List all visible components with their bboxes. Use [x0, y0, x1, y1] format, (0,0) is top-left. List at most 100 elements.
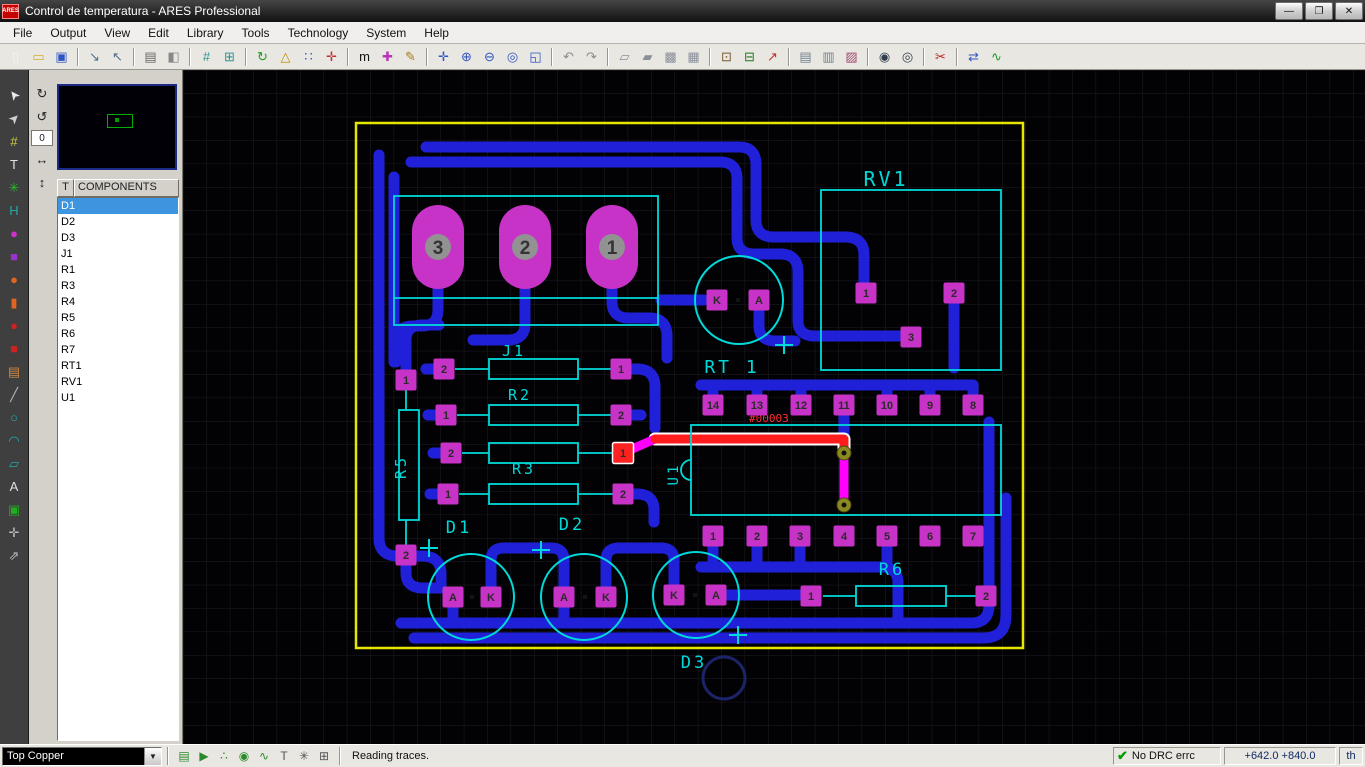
- pad[interactable]: 14: [702, 394, 724, 416]
- pad[interactable]: 3: [789, 525, 811, 547]
- curved-route-icon[interactable]: ∿: [254, 747, 274, 766]
- rotate-ccw-icon[interactable]: ↺: [32, 107, 53, 126]
- path-tool-icon[interactable]: ▱: [2, 452, 26, 475]
- units-icon[interactable]: m: [353, 46, 376, 67]
- pad[interactable]: A: [705, 584, 727, 606]
- component-item-r3[interactable]: R3: [58, 278, 178, 294]
- ratsnest-mode-icon[interactable]: ✳: [2, 176, 26, 199]
- pad[interactable]: K: [595, 586, 617, 608]
- toggle-grid-icon[interactable]: #: [195, 46, 218, 67]
- layer-selector[interactable]: Top Copper ▼: [2, 746, 162, 766]
- auto-check-icon[interactable]: △: [274, 46, 297, 67]
- zoom-out-icon[interactable]: ⊖: [478, 46, 501, 67]
- pad[interactable]: K: [663, 584, 685, 606]
- snap-object-icon[interactable]: ◉: [234, 747, 254, 766]
- angle-box[interactable]: 0: [31, 130, 53, 146]
- menu-file[interactable]: File: [4, 23, 41, 43]
- open-layout-icon[interactable]: ▭: [27, 46, 50, 67]
- pad[interactable]: 1: [611, 441, 635, 465]
- pan-icon[interactable]: ✛: [432, 46, 455, 67]
- pad[interactable]: 1: [610, 358, 632, 380]
- pad[interactable]: 9: [919, 394, 941, 416]
- import-region-icon[interactable]: ↘: [83, 46, 106, 67]
- pad[interactable]: 2: [746, 525, 768, 547]
- view-report-icon[interactable]: ▤: [794, 46, 817, 67]
- set-output-area-icon[interactable]: ◧: [162, 46, 185, 67]
- component-label-d2[interactable]: D2: [559, 515, 585, 535]
- menu-system[interactable]: System: [357, 23, 415, 43]
- menu-edit[interactable]: Edit: [139, 23, 178, 43]
- circle-tool-icon[interactable]: ○: [2, 406, 26, 429]
- export-region-icon[interactable]: ↖: [106, 46, 129, 67]
- pad[interactable]: A: [442, 586, 464, 608]
- design-rule-icon[interactable]: ▨: [840, 46, 863, 67]
- marker-tool-icon[interactable]: ✛: [2, 521, 26, 544]
- pad[interactable]: 1: [586, 205, 638, 289]
- pad[interactable]: 3: [900, 326, 922, 348]
- menu-library[interactable]: Library: [178, 23, 233, 43]
- pad[interactable]: 10: [876, 394, 898, 416]
- component-item-rv1[interactable]: RV1: [58, 374, 178, 390]
- round-pad-icon[interactable]: ●: [2, 222, 26, 245]
- via[interactable]: [836, 445, 852, 461]
- trace-play-icon[interactable]: ▶: [194, 747, 214, 766]
- connectivity-icon[interactable]: H: [2, 199, 26, 222]
- layer-flip-icon[interactable]: ▤: [174, 747, 194, 766]
- circle-pad-icon[interactable]: ●: [2, 314, 26, 337]
- undo-icon[interactable]: ↶: [557, 46, 580, 67]
- smd-pad-icon[interactable]: ■: [2, 337, 26, 360]
- block-move-icon[interactable]: ▰: [636, 46, 659, 67]
- trace-mode-icon[interactable]: T: [2, 153, 26, 176]
- origin-icon[interactable]: ✛: [320, 46, 343, 67]
- close-button[interactable]: ✕: [1335, 2, 1363, 20]
- find-and-tag-icon[interactable]: ◎: [896, 46, 919, 67]
- component-item-r7[interactable]: R7: [58, 342, 178, 358]
- edit-icon[interactable]: ✎: [399, 46, 422, 67]
- view-netlist-icon[interactable]: ▥: [817, 46, 840, 67]
- component-item-d2[interactable]: D2: [58, 214, 178, 230]
- component-label-r2[interactable]: R2: [508, 386, 532, 404]
- goto-icon[interactable]: ↗: [761, 46, 784, 67]
- component-item-d3[interactable]: D3: [58, 230, 178, 246]
- find-icon[interactable]: ◉: [873, 46, 896, 67]
- pad[interactable]: 5: [876, 525, 898, 547]
- zoom-area-icon[interactable]: ◱: [524, 46, 547, 67]
- component-item-u1[interactable]: U1: [58, 390, 178, 406]
- component-item-rt1[interactable]: RT1: [58, 358, 178, 374]
- pad[interactable]: K: [480, 586, 502, 608]
- component-label-u1[interactable]: U1: [666, 463, 682, 486]
- make-package-icon[interactable]: ⊟: [738, 46, 761, 67]
- redo-icon[interactable]: ↷: [580, 46, 603, 67]
- component-label-r5[interactable]: R5: [392, 455, 410, 479]
- padstack-icon[interactable]: ▤: [2, 360, 26, 383]
- pad[interactable]: 2: [433, 358, 455, 380]
- dil-pad-icon[interactable]: ●: [2, 268, 26, 291]
- redraw-icon[interactable]: ↻: [251, 46, 274, 67]
- arc-tool-icon[interactable]: ◠: [2, 429, 26, 452]
- pcb-drawing[interactable]: #000033 2 1K A1 2314 13 12 11 10 9 81 2 3 4 5 6 71212212…: [183, 70, 1365, 744]
- pad[interactable]: A: [748, 289, 770, 311]
- menu-output[interactable]: Output: [41, 23, 95, 43]
- square-pad-icon[interactable]: ■: [2, 245, 26, 268]
- pick-parts-icon[interactable]: ⊡: [715, 46, 738, 67]
- maximize-button[interactable]: ❐: [1305, 2, 1333, 20]
- pad[interactable]: 7: [962, 525, 984, 547]
- selector-header-components[interactable]: COMPONENTS: [74, 179, 179, 197]
- print-icon[interactable]: ▤: [139, 46, 162, 67]
- pad[interactable]: 1: [395, 369, 417, 391]
- minimize-button[interactable]: —: [1275, 2, 1303, 20]
- edge-pad-icon[interactable]: ▮: [2, 291, 26, 314]
- dimension-tool-icon[interactable]: ⇗: [2, 544, 26, 567]
- mirror-v-icon[interactable]: ↕: [32, 173, 53, 192]
- pcb-canvas[interactable]: #00003 3 2 1 K A 1 2 3 14 13 12 11 10 9 8 1 2 3 4 5 6 7 1 2 1 2 2 1 2…: [182, 70, 1365, 744]
- component-label-r6[interactable]: R6: [879, 560, 905, 580]
- block-rotate-icon[interactable]: ▩: [659, 46, 682, 67]
- component-item-d1[interactable]: D1: [58, 198, 178, 214]
- component-label-d3[interactable]: D3: [681, 653, 707, 673]
- dot-grid-icon[interactable]: ∷: [297, 46, 320, 67]
- component-item-r5[interactable]: R5: [58, 310, 178, 326]
- pad[interactable]: 2: [440, 442, 462, 464]
- component-label-rv1[interactable]: RV1: [863, 167, 908, 191]
- pad[interactable]: 2: [395, 544, 417, 566]
- grid-jump-icon[interactable]: ⊞: [314, 747, 334, 766]
